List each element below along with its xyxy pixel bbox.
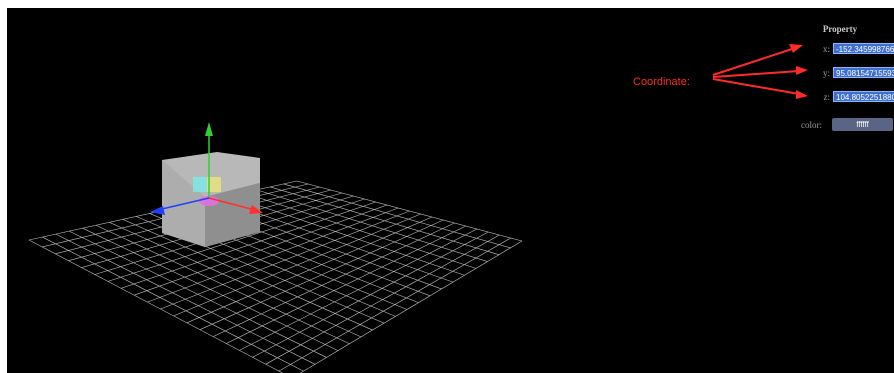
coordinate-annotation: Coordinate:: [633, 76, 690, 88]
color-label: color:: [801, 120, 822, 130]
annotation-arrowhead-x: [789, 44, 803, 53]
annotation-arrow-z: [712, 78, 800, 95]
property-panel: Property x: -152.345998766 y: 95.0815471…: [801, 24, 894, 134]
annotation-arrows: [712, 44, 808, 99]
y-coordinate-input[interactable]: 95.08154715593: [833, 67, 894, 78]
gizmo-z-arrow[interactable]: [150, 206, 165, 215]
grid-line: [299, 240, 523, 373]
z-label: z:: [823, 92, 831, 102]
gizmo-plane-yz[interactable]: [193, 177, 207, 192]
grid-line: [265, 234, 500, 365]
3d-viewport[interactable]: Coordinate: Property x: -152.345998766 y…: [7, 8, 894, 373]
scene-canvas[interactable]: [7, 8, 894, 373]
grid-line: [28, 239, 284, 373]
property-title: Property: [822, 24, 858, 34]
ground-grid: [28, 180, 523, 373]
z-coordinate-input[interactable]: 104.8052251880: [833, 91, 894, 102]
annotation-arrow-y: [712, 70, 800, 78]
x-label: x:: [822, 44, 830, 54]
color-picker-button[interactable]: ffffff: [832, 118, 893, 131]
y-label: y:: [822, 68, 830, 78]
grid-line: [256, 189, 488, 262]
grid-line: [296, 180, 523, 242]
gizmo-y-arrow[interactable]: [205, 122, 213, 136]
annotation-arrow-x: [712, 47, 796, 76]
x-coordinate-input[interactable]: -152.345998766: [833, 43, 894, 54]
